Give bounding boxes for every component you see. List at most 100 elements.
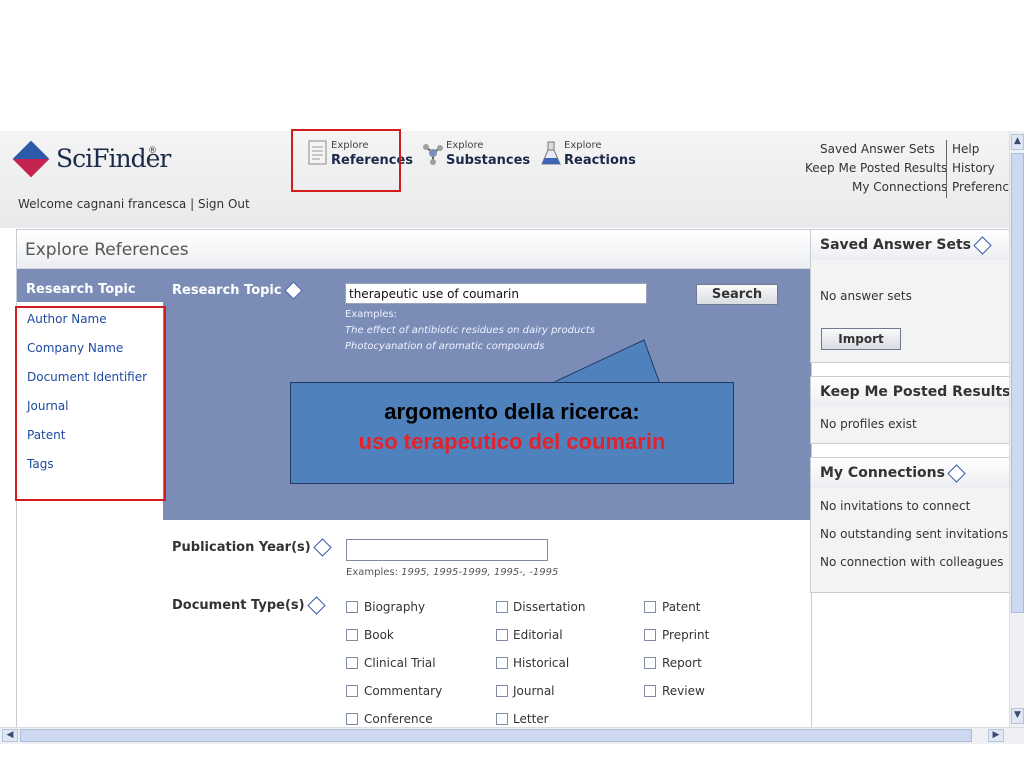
publication-year-examples-label: Examples: — [346, 567, 398, 578]
checkbox-label-dissertation: Dissertation — [513, 600, 586, 614]
checkbox-editorial[interactable] — [496, 629, 508, 641]
checkbox-label-letter: Letter — [513, 712, 549, 726]
reactions-flask-icon — [541, 141, 561, 165]
page-title: Explore References — [25, 240, 189, 260]
publication-year-label-text: Publication Year(s) — [172, 540, 311, 555]
saved-answer-sets-link[interactable]: Saved Answer Sets — [820, 140, 935, 159]
my-connections-link[interactable]: My Connections — [852, 178, 947, 197]
scifinder-logo[interactable]: SciFinder ® — [12, 140, 171, 180]
horizontal-scroll-thumb[interactable] — [20, 729, 972, 742]
checkbox-label-book: Book — [364, 628, 394, 642]
publication-year-examples-values: 1995, 1995-1999, 1995-, -1995 — [401, 567, 559, 578]
nav-substances-big: Substances — [446, 153, 531, 168]
horizontal-scrollbar[interactable]: ◀ ▶ — [0, 727, 1024, 744]
checkbox-journal[interactable] — [496, 685, 508, 697]
publication-year-examples: Examples: 1995, 1995-1999, 1995-, -1995 — [346, 567, 558, 578]
top-links-separator — [946, 140, 947, 198]
checkbox-commentary[interactable] — [346, 685, 358, 697]
substances-molecule-icon — [423, 144, 443, 165]
checkbox-biography[interactable] — [346, 601, 358, 613]
registered-mark: ® — [148, 146, 157, 156]
checkbox-review[interactable] — [644, 685, 656, 697]
checkbox-historical[interactable] — [496, 657, 508, 669]
callout-line-1: argomento della ricerca: — [384, 399, 640, 424]
nav-reactions-small: Explore — [564, 140, 602, 151]
info-icon[interactable] — [313, 538, 332, 557]
examples-label: Examples: — [345, 309, 397, 320]
checkbox-label-historical: Historical — [513, 656, 570, 670]
checkbox-preprint[interactable] — [644, 629, 656, 641]
panel-title-bar: Explore References — [17, 230, 811, 269]
checkbox-dissertation[interactable] — [496, 601, 508, 613]
scroll-down-icon[interactable]: ▼ — [1011, 708, 1024, 724]
welcome-bar: Welcome cagnani francesca | Sign Out — [18, 197, 250, 211]
checkbox-label-patent: Patent — [662, 600, 701, 614]
example-1: The effect of antibiotic residues on dai… — [345, 325, 595, 336]
checkbox-book[interactable] — [346, 629, 358, 641]
callout-line-2: uso terapeutico del coumarin — [358, 429, 666, 454]
my-connections-title: My Connections — [820, 463, 966, 483]
checkbox-label-editorial: Editorial — [513, 628, 563, 642]
checkbox-label-biography: Biography — [364, 600, 426, 614]
vertical-scroll-thumb[interactable] — [1011, 153, 1024, 613]
checkbox-conference[interactable] — [346, 713, 358, 725]
nav-explore-substances[interactable]: Explore Substances — [422, 138, 531, 178]
scroll-up-icon[interactable]: ▲ — [1011, 134, 1024, 150]
scifinder-diamond-icon — [12, 140, 50, 178]
checkbox-clinical-trial[interactable] — [346, 657, 358, 669]
scroll-left-icon[interactable]: ◀ — [2, 729, 18, 742]
nav-explore-reactions[interactable]: Explore Reactions — [540, 138, 640, 178]
checkbox-label-conference: Conference — [364, 712, 433, 726]
connections-line-1: No invitations to connect — [820, 499, 971, 513]
welcome-separator: | — [190, 197, 198, 211]
research-topic-input[interactable] — [345, 283, 647, 304]
keep-me-posted-box: Keep Me Posted Results No profiles exist — [810, 376, 1024, 444]
checkbox-report[interactable] — [644, 657, 656, 669]
welcome-text: Welcome cagnani francesca — [18, 197, 187, 211]
no-answer-sets-text: No answer sets — [820, 289, 912, 303]
highlight-box-references — [291, 129, 401, 192]
example-1-text: The effect of antibiotic residues on dai… — [345, 325, 595, 336]
my-connections-box: My Connections No invitations to connect… — [810, 457, 1009, 593]
vertical-scrollbar[interactable]: ▲ ▼ — [1009, 131, 1024, 727]
saved-answer-sets-title: Saved Answer Sets — [820, 235, 992, 255]
checkbox-label-review: Review — [662, 684, 705, 698]
left-tab-research-topic[interactable]: Research Topic — [26, 282, 136, 297]
checkbox-letter[interactable] — [496, 713, 508, 725]
sign-out-link[interactable]: Sign Out — [198, 197, 250, 211]
keep-me-posted-title-text: Keep Me Posted Results — [820, 384, 1011, 400]
publication-year-input[interactable] — [346, 539, 548, 561]
example-2-text: Photocyanation of aromatic compounds — [345, 341, 545, 352]
checkbox-label-preprint: Preprint — [662, 628, 710, 642]
saved-answer-sets-title-text: Saved Answer Sets — [820, 237, 971, 253]
publication-year-label: Publication Year(s) — [172, 538, 332, 557]
callout-pointer — [549, 339, 661, 385]
help-link[interactable]: Help — [952, 140, 979, 159]
checkbox-patent[interactable] — [644, 601, 656, 613]
scroll-right-icon[interactable]: ▶ — [988, 729, 1004, 742]
info-icon[interactable] — [283, 281, 303, 300]
nav-reactions-big: Reactions — [564, 153, 636, 168]
saved-answer-sets-box: Saved Answer Sets No answer sets Import — [810, 229, 1009, 363]
info-icon[interactable] — [973, 235, 992, 255]
checkbox-label-journal: Journal — [513, 684, 555, 698]
history-link[interactable]: History — [952, 159, 995, 178]
research-topic-label: Research Topic — [172, 281, 303, 300]
info-icon[interactable] — [947, 463, 966, 483]
info-icon[interactable] — [306, 596, 326, 615]
import-button[interactable]: Import — [821, 328, 901, 350]
annotation-callout: argomento della ricerca: uso terapeutico… — [290, 382, 734, 484]
checkbox-label-commentary: Commentary — [364, 684, 443, 698]
connections-line-3: No connection with colleagues — [820, 555, 1004, 569]
example-2: Photocyanation of aromatic compounds — [345, 341, 544, 352]
checkbox-label-clinical-trial: Clinical Trial — [364, 656, 436, 670]
no-profiles-text: No profiles exist — [820, 417, 917, 431]
document-type-label-text: Document Type(s) — [172, 598, 305, 613]
research-topic-label-text: Research Topic — [172, 283, 282, 298]
document-type-label: Document Type(s) — [172, 596, 326, 615]
search-button[interactable]: Search — [696, 284, 778, 305]
keep-me-posted-title: Keep Me Posted Results — [820, 382, 1024, 402]
keep-me-posted-link[interactable]: Keep Me Posted Results — [805, 159, 947, 178]
connections-line-2: No outstanding sent invitations — [820, 527, 1009, 541]
nav-substances-small: Explore — [446, 140, 484, 151]
